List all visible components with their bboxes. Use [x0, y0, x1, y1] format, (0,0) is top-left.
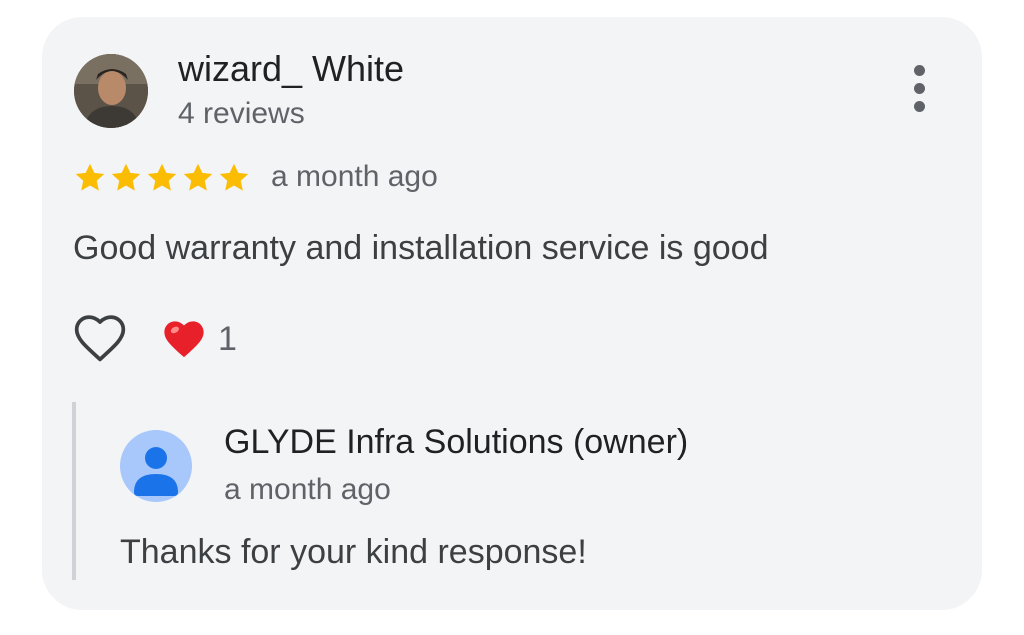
- more-options-button[interactable]: [902, 63, 938, 115]
- reaction-summary[interactable]: 1: [162, 317, 237, 361]
- owner-avatar[interactable]: [120, 430, 192, 502]
- more-vert-icon-dot: [914, 83, 925, 94]
- owner-reply-date: a month ago: [224, 473, 391, 506]
- review-card: wizard_ White 4 reviews a month ago Good…: [42, 17, 982, 610]
- red-heart-emoji-icon: [164, 321, 204, 358]
- reaction-count: 1: [218, 319, 237, 358]
- heart-outline-icon: [74, 315, 126, 362]
- like-button[interactable]: [72, 312, 128, 368]
- reply-divider: [72, 402, 76, 580]
- more-vert-icon-dot: [914, 65, 925, 76]
- owner-name[interactable]: GLYDE Infra Solutions (owner): [224, 423, 688, 462]
- review-text: Good warranty and installation service i…: [73, 229, 769, 267]
- star-rating: [72, 158, 252, 198]
- star-icon: [219, 163, 249, 191]
- star-icon: [183, 163, 213, 191]
- review-count: 4 reviews: [178, 97, 305, 130]
- star-icon: [111, 163, 141, 191]
- reviewer-avatar[interactable]: [74, 54, 148, 128]
- reviewer-name[interactable]: wizard_ White: [178, 48, 404, 90]
- star-icon: [75, 163, 105, 191]
- person-icon: [134, 447, 178, 496]
- star-icon: [147, 163, 177, 191]
- owner-reply-text: Thanks for your kind response!: [120, 533, 587, 571]
- more-vert-icon-dot: [914, 101, 925, 112]
- review-date: a month ago: [271, 160, 438, 193]
